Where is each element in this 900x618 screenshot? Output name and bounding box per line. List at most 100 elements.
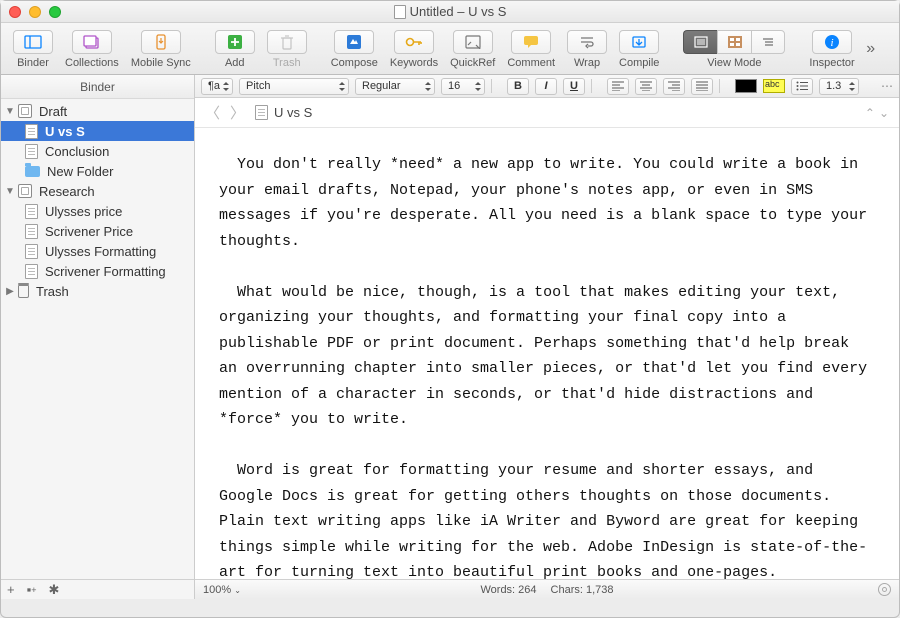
tree-item-label: Research xyxy=(39,184,95,199)
document-icon xyxy=(25,124,38,139)
folder-icon xyxy=(25,166,40,177)
target-button[interactable] xyxy=(878,583,891,596)
tree-item[interactable]: ▼ Research xyxy=(1,181,194,201)
tree-item-label: Trash xyxy=(36,284,69,299)
tree-item[interactable]: ▶ Trash xyxy=(1,281,194,301)
collections-icon xyxy=(83,35,101,49)
view-mode-document[interactable] xyxy=(683,30,717,54)
tree-item[interactable]: New Folder xyxy=(1,161,194,181)
font-family-select[interactable]: Pitch xyxy=(239,78,349,95)
sidebar-header: Binder xyxy=(1,75,194,99)
content-column: ¶a Pitch Regular 16 B I U 1.3 ⋯ 〈 〉 xyxy=(195,75,899,599)
text-editor[interactable]: You don't really *need* a new app to wri… xyxy=(195,128,899,579)
editor-header: 〈 〉 U vs S ⌃ ⌄ xyxy=(195,98,899,128)
highlight-swatch[interactable] xyxy=(763,79,785,93)
tree-item-label: Draft xyxy=(39,104,67,119)
compile-icon xyxy=(631,35,647,49)
zoom-window-button[interactable] xyxy=(49,6,61,18)
mobile-sync-button[interactable]: Mobile Sync xyxy=(125,28,197,69)
tree-item[interactable]: Scrivener Price xyxy=(1,221,194,241)
sidebar-gear-button[interactable]: ✱ xyxy=(48,582,59,598)
header-collapse-up[interactable]: ⌃ xyxy=(865,106,875,120)
line-spacing-select[interactable]: 1.3 xyxy=(819,78,859,95)
collections-button[interactable]: Collections xyxy=(59,28,125,69)
trash-icon xyxy=(18,285,29,298)
paragraph-style-select[interactable]: ¶a xyxy=(201,78,233,95)
font-weight-select[interactable]: Regular xyxy=(355,78,435,95)
underline-button[interactable]: U xyxy=(563,78,585,95)
compose-icon xyxy=(346,34,362,50)
add-folder-button[interactable]: ▪+ xyxy=(27,582,37,597)
info-icon: i xyxy=(824,34,840,50)
tree-item-label: Ulysses price xyxy=(45,204,122,219)
quickref-button[interactable]: QuickRef xyxy=(444,28,501,69)
svg-text:i: i xyxy=(831,37,834,49)
trash-icon xyxy=(280,34,294,50)
tree-item-label: New Folder xyxy=(47,164,113,179)
tree-item[interactable]: U vs S xyxy=(1,121,194,141)
sidebar: Binder ▼DraftU vs SConclusionNew Folder▼… xyxy=(1,75,195,599)
document-icon xyxy=(25,144,38,159)
tree-item[interactable]: Ulysses price xyxy=(1,201,194,221)
align-justify-button[interactable] xyxy=(691,78,713,95)
comment-icon xyxy=(523,35,539,49)
keywords-button[interactable]: Keywords xyxy=(384,28,444,69)
compose-button[interactable]: Compose xyxy=(325,28,384,69)
binder-icon xyxy=(24,35,42,49)
tree-item[interactable]: Conclusion xyxy=(1,141,194,161)
document-icon xyxy=(25,264,38,279)
disclosure-triangle[interactable]: ▶ xyxy=(5,286,15,297)
tree-item-label: Scrivener Price xyxy=(45,224,133,239)
document-icon xyxy=(255,105,268,120)
binder-icon xyxy=(18,184,32,198)
trash-button[interactable]: Trash xyxy=(261,28,313,69)
font-size-select[interactable]: 16 xyxy=(441,78,485,95)
window-title: Untitled – U vs S xyxy=(1,4,899,19)
document-icon xyxy=(25,224,38,239)
nav-forward-button[interactable]: 〉 xyxy=(230,102,245,123)
format-bar-options-button[interactable]: ⋯ xyxy=(881,79,893,93)
toolbar-overflow-button[interactable]: » xyxy=(861,37,881,61)
binder-icon xyxy=(18,104,32,118)
minimize-window-button[interactable] xyxy=(29,6,41,18)
status-bar: 100% ⌄ Words: 264 Chars: 1,738 xyxy=(195,579,899,599)
wrap-icon xyxy=(579,35,595,49)
binder-button[interactable]: Binder xyxy=(7,28,59,69)
wrap-button[interactable]: Wrap xyxy=(561,28,613,69)
list-button[interactable] xyxy=(791,78,813,95)
italic-button[interactable]: I xyxy=(535,78,557,95)
align-center-button[interactable] xyxy=(635,78,657,95)
header-collapse-down[interactable]: ⌄ xyxy=(879,106,889,120)
view-mode-corkboard[interactable] xyxy=(717,30,751,54)
quickref-icon xyxy=(465,35,481,49)
add-item-button[interactable]: + xyxy=(7,582,15,597)
plus-icon xyxy=(227,34,243,50)
view-mode-outline[interactable] xyxy=(751,30,785,54)
format-bar: ¶a Pitch Regular 16 B I U 1.3 ⋯ xyxy=(195,75,899,98)
add-button[interactable]: Add xyxy=(209,28,261,69)
zoom-level[interactable]: 100% ⌄ xyxy=(203,584,241,596)
document-icon xyxy=(25,244,38,259)
compile-button[interactable]: Compile xyxy=(613,28,665,69)
toolbar: Binder Collections Mobile Sync Add Trash… xyxy=(1,23,899,75)
tree-item[interactable]: ▼ Draft xyxy=(1,101,194,121)
nav-back-button[interactable]: 〈 xyxy=(205,102,220,123)
bold-button[interactable]: B xyxy=(507,78,529,95)
disclosure-triangle[interactable]: ▼ xyxy=(5,186,15,197)
view-mode-segment: View Mode xyxy=(677,28,791,69)
align-right-button[interactable] xyxy=(663,78,685,95)
disclosure-triangle[interactable]: ▼ xyxy=(5,106,15,117)
text-color-swatch[interactable] xyxy=(735,79,757,93)
window-title-text: Untitled – U vs S xyxy=(410,4,507,19)
document-icon xyxy=(25,204,38,219)
tree-item-label: Ulysses Formatting xyxy=(45,244,156,259)
main-area: Binder ▼DraftU vs SConclusionNew Folder▼… xyxy=(1,75,899,599)
tree-item[interactable]: Scrivener Formatting xyxy=(1,261,194,281)
tree-item[interactable]: Ulysses Formatting xyxy=(1,241,194,261)
comment-button[interactable]: Comment xyxy=(501,28,561,69)
char-count: Chars: 1,738 xyxy=(551,584,614,596)
inspector-button[interactable]: i Inspector xyxy=(803,28,860,69)
close-window-button[interactable] xyxy=(9,6,21,18)
align-left-button[interactable] xyxy=(607,78,629,95)
binder-tree[interactable]: ▼ Draft U vs SConclusion New Folder ▼ Researc… xyxy=(1,99,194,579)
